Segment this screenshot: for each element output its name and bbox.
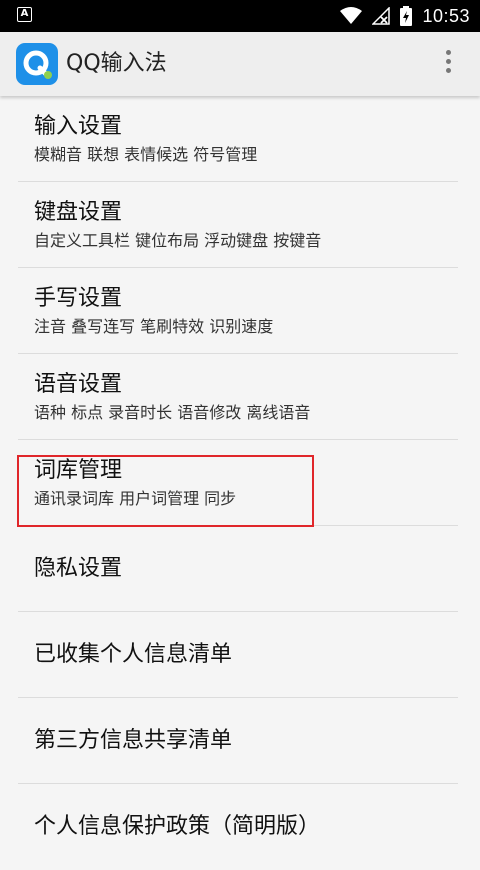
- settings-item-title: 语音设置: [34, 372, 123, 397]
- settings-item-handwriting[interactable]: 手写设置 注音 叠写连写 笔刷特效 识别速度: [0, 268, 480, 354]
- settings-item-input[interactable]: 输入设置 模糊音 联想 表情候选 符号管理: [0, 96, 480, 182]
- more-vert-icon[interactable]: [444, 50, 452, 78]
- no-signal-icon: [372, 7, 391, 25]
- app-title: QQ输入法: [66, 51, 167, 76]
- settings-item-privacy-policy[interactable]: 个人信息保护政策（简明版）: [0, 784, 480, 870]
- settings-item-subtitle: 注音 叠写连写 笔刷特效 识别速度: [34, 317, 274, 336]
- settings-item-voice[interactable]: 语音设置 语种 标点 录音时长 语音修改 离线语音: [0, 354, 480, 440]
- settings-item-title: 已收集个人信息清单: [34, 642, 233, 667]
- settings-item-title: 键盘设置: [34, 200, 123, 225]
- notification-a-icon: A: [17, 7, 32, 22]
- clock: 10:53: [422, 5, 470, 26]
- settings-item-keyboard[interactable]: 键盘设置 自定义工具栏 键位布局 浮动键盘 按键音: [0, 182, 480, 268]
- battery-charging-icon: [400, 6, 413, 26]
- app-bar: QQ输入法: [0, 32, 480, 96]
- highlight-box: [17, 455, 314, 527]
- settings-item-title: 手写设置: [34, 286, 123, 311]
- qq-input-app-icon: [16, 43, 58, 85]
- settings-item-title: 隐私设置: [34, 556, 123, 581]
- settings-item-title: 输入设置: [34, 114, 123, 139]
- status-bar: A 10:53: [0, 0, 480, 32]
- settings-item-third-party-sharing[interactable]: 第三方信息共享清单: [0, 698, 480, 784]
- settings-item-subtitle: 语种 标点 录音时长 语音修改 离线语音: [34, 403, 311, 422]
- settings-item-subtitle: 模糊音 联想 表情候选 符号管理: [34, 145, 258, 164]
- settings-item-collected-info[interactable]: 已收集个人信息清单: [0, 612, 480, 698]
- settings-item-privacy[interactable]: 隐私设置: [0, 526, 480, 612]
- settings-item-subtitle: 自定义工具栏 键位布局 浮动键盘 按键音: [34, 231, 322, 250]
- settings-item-title: 个人信息保护政策（简明版）: [34, 814, 321, 839]
- settings-item-title: 第三方信息共享清单: [34, 728, 233, 753]
- wifi-icon: [340, 7, 363, 24]
